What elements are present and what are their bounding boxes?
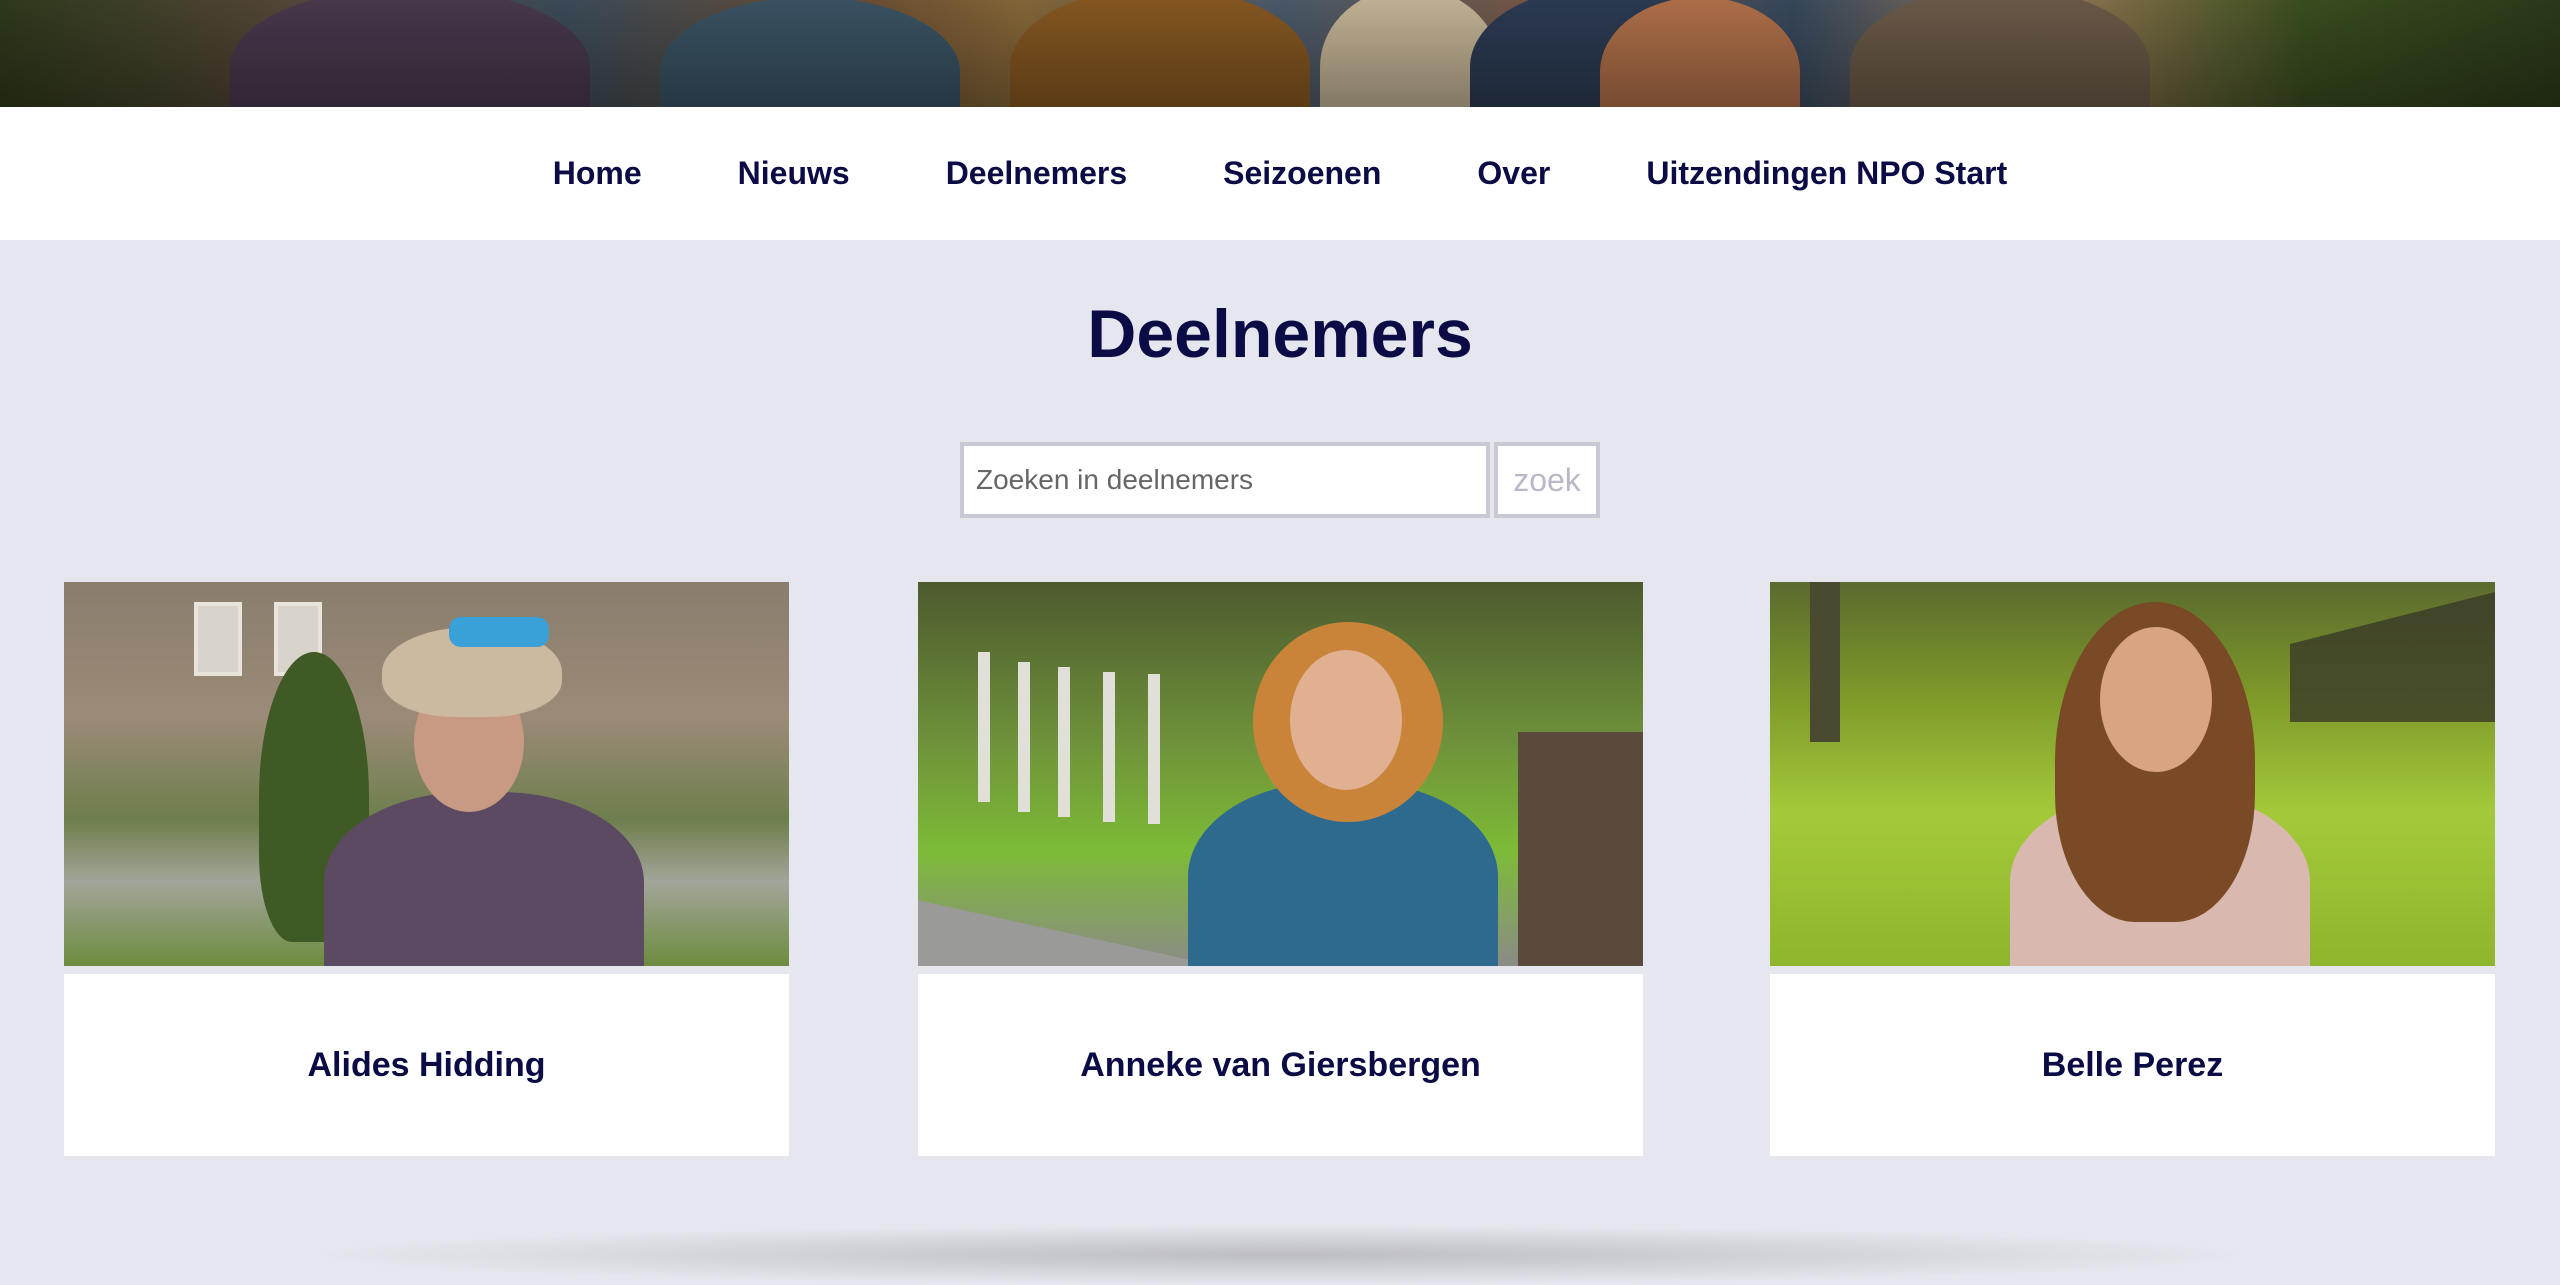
- nav-item-over[interactable]: Over: [1477, 155, 1550, 192]
- photo-fence-post: [1148, 674, 1160, 824]
- bottom-shadow: [300, 1225, 2260, 1285]
- participant-card-body: Alides Hidding: [64, 974, 789, 1156]
- photo-window: [194, 602, 242, 676]
- nav-item-seizoenen[interactable]: Seizoenen: [1223, 155, 1381, 192]
- nav-item-nieuws[interactable]: Nieuws: [738, 155, 850, 192]
- main-navigation: Home Nieuws Deelnemers Seizoenen Over Ui…: [0, 107, 2560, 240]
- participant-photo[interactable]: [1770, 582, 2495, 966]
- participant-card-body: Anneke van Giersbergen: [918, 974, 1643, 1156]
- photo-fence-post: [1103, 672, 1115, 822]
- nav-item-deelnemers[interactable]: Deelnemers: [946, 155, 1127, 192]
- page-title: Deelnemers: [1087, 296, 1473, 372]
- participant-card[interactable]: Belle Perez: [1770, 582, 2495, 1156]
- photo-fence-post: [978, 652, 990, 802]
- participant-name[interactable]: Anneke van Giersbergen: [1080, 1046, 1481, 1085]
- hero-banner-image: [0, 0, 2560, 107]
- participant-photo[interactable]: [918, 582, 1643, 966]
- photo-person-head: [2100, 627, 2212, 772]
- participant-photo[interactable]: [64, 582, 789, 966]
- participant-name[interactable]: Alides Hidding: [308, 1046, 546, 1085]
- participant-name[interactable]: Belle Perez: [2042, 1046, 2223, 1085]
- photo-structure: [1518, 732, 1643, 966]
- photo-person-head: [1290, 650, 1402, 790]
- nav-item-uitzendingen[interactable]: Uitzendingen NPO Start: [1646, 155, 2007, 192]
- participant-card[interactable]: Alides Hidding: [64, 582, 789, 1156]
- photo-sunglasses: [449, 617, 549, 647]
- photo-person-torso: [324, 792, 644, 966]
- search-form: zoek: [960, 442, 1600, 518]
- photo-tree-trunk: [1810, 582, 1840, 742]
- hero-shade: [0, 0, 2560, 107]
- photo-fence-post: [1018, 662, 1030, 812]
- photo-fence-post: [1058, 667, 1070, 817]
- participant-card-body: Belle Perez: [1770, 974, 2495, 1156]
- search-button[interactable]: zoek: [1494, 442, 1600, 518]
- search-input[interactable]: [960, 442, 1490, 518]
- participant-card[interactable]: Anneke van Giersbergen: [918, 582, 1643, 1156]
- nav-item-home[interactable]: Home: [553, 155, 642, 192]
